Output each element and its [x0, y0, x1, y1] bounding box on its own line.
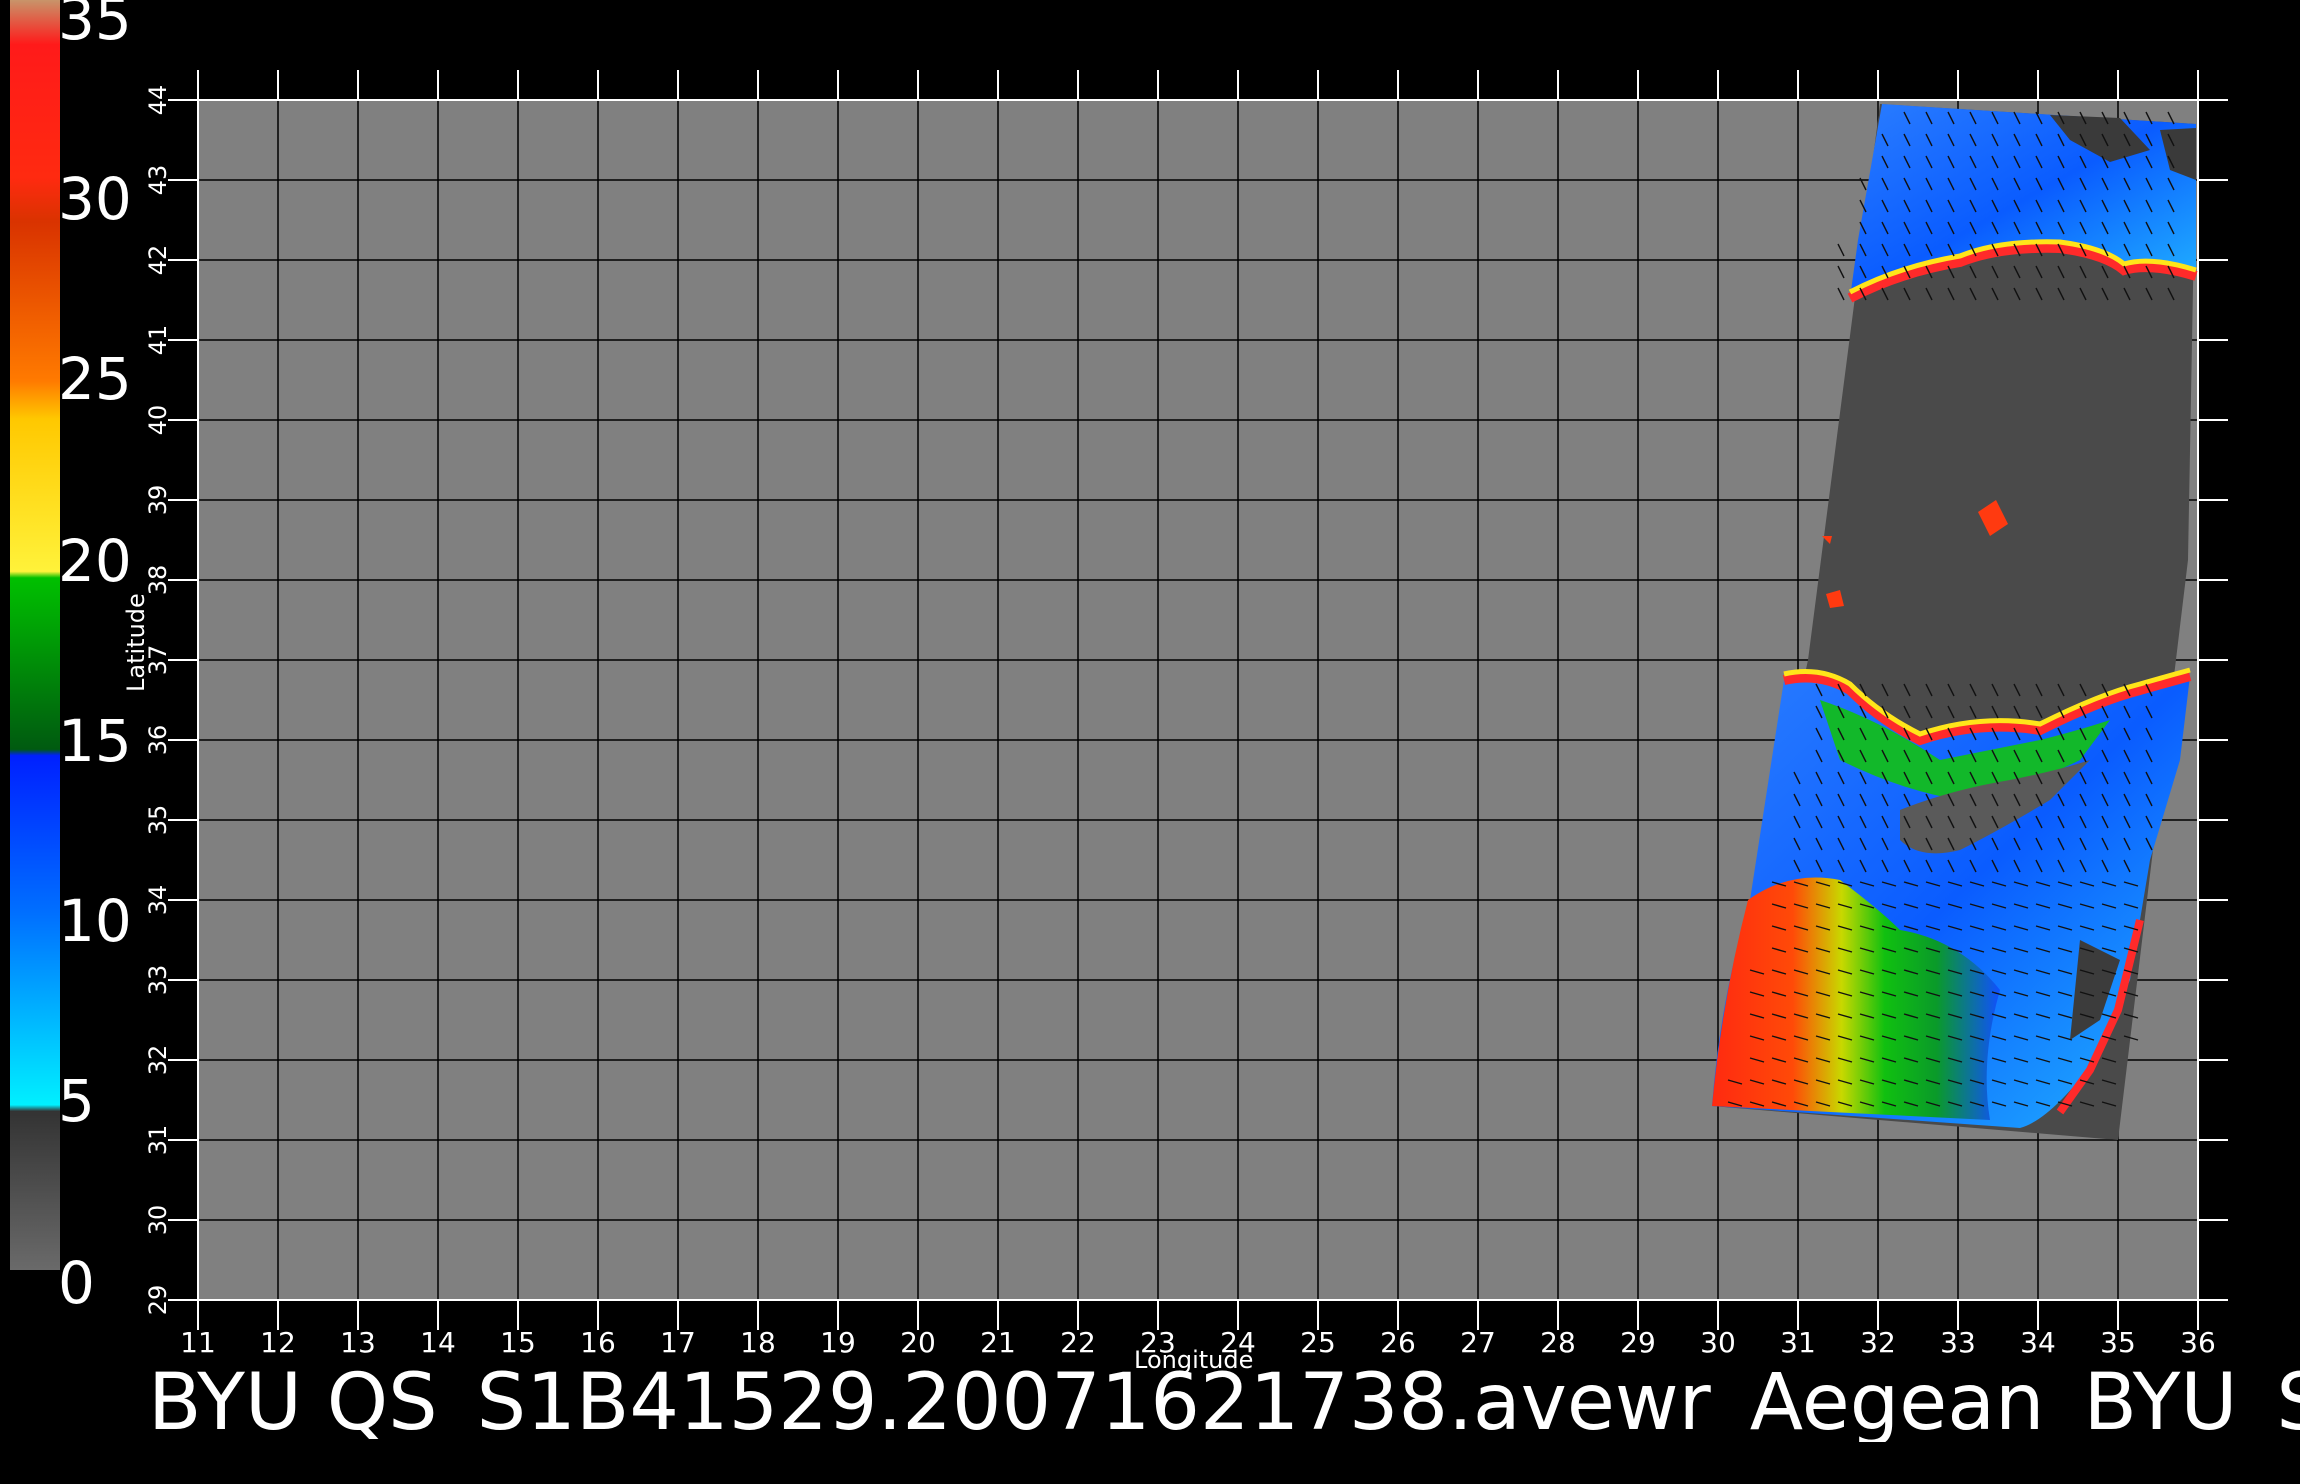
colorbar-label: 20 [58, 527, 132, 595]
colorbar-label: 0 [58, 1249, 95, 1317]
lat-tick-label: 35 [144, 805, 172, 836]
lon-tick-label: 28 [1540, 1326, 1576, 1359]
lon-tick-label: 20 [900, 1326, 936, 1359]
lon-tick-label: 18 [740, 1326, 776, 1359]
lon-tick-label: 16 [580, 1326, 616, 1359]
lon-tick-label: 14 [420, 1326, 456, 1359]
lon-tick-label: 15 [500, 1326, 536, 1359]
map-figure: 11 12 13 14 15 16 17 18 19 20 21 22 23 24 25 26 27 28 29 30… [0, 0, 2300, 1480]
lon-tick-label: 29 [1620, 1326, 1656, 1359]
lat-tick-label: 39 [144, 485, 172, 516]
colorbar-label: 10 [58, 887, 132, 955]
lat-tick-label: 32 [144, 1045, 172, 1076]
lon-tick-label: 35 [2100, 1326, 2136, 1359]
lat-tick-label: 34 [144, 885, 172, 916]
lon-tick-label: 26 [1380, 1326, 1416, 1359]
lat-tick-label: 31 [144, 1125, 172, 1156]
lon-tick-label: 17 [660, 1326, 696, 1359]
wind-map-svg: 11 12 13 14 15 16 17 18 19 20 21 22 23 24 25 26 27 28 29 30… [10, 0, 2228, 1359]
lon-tick-label: 34 [2020, 1326, 2056, 1359]
lon-tick-label: 12 [260, 1326, 296, 1359]
lat-tick-label: 43 [144, 165, 172, 196]
lat-tick-label: 33 [144, 965, 172, 996]
lat-tick-label: 42 [144, 245, 172, 276]
lat-tick-label: 44 [144, 85, 172, 116]
y-axis-title: Latitude [122, 593, 150, 692]
lon-tick-label: 19 [820, 1326, 856, 1359]
colorbar-label: 5 [58, 1067, 95, 1135]
lon-tick-label: 31 [1780, 1326, 1816, 1359]
colorbar-label: 15 [58, 707, 132, 775]
product-title: BYU QS_S1B41529.20071621738.avewr_Aegean… [148, 1364, 2300, 1442]
lat-tick-label: 38 [144, 565, 172, 596]
lon-tick-label: 30 [1700, 1326, 1736, 1359]
lon-tick-label: 21 [980, 1326, 1016, 1359]
lon-tick-label: 22 [1060, 1326, 1096, 1359]
lon-tick-label: 33 [1940, 1326, 1976, 1359]
colorbar-label: 35 [58, 0, 132, 53]
lat-tick-label: 29 [144, 1285, 172, 1316]
lat-tick-label: 40 [144, 405, 172, 436]
lat-tick-label: 41 [144, 325, 172, 356]
lon-tick-label: 25 [1300, 1326, 1336, 1359]
lon-tick-label: 32 [1860, 1326, 1896, 1359]
lon-tick-label: 36 [2180, 1326, 2216, 1359]
lat-tick-label: 30 [144, 1205, 172, 1236]
lon-tick-label: 27 [1460, 1326, 1496, 1359]
colorbar-label: 25 [58, 345, 132, 413]
lat-tick-label: 36 [144, 725, 172, 756]
lon-tick-label: 11 [180, 1326, 216, 1359]
lon-tick-label: 13 [340, 1326, 376, 1359]
colorbar [10, 0, 60, 1270]
colorbar-label: 30 [58, 165, 132, 233]
